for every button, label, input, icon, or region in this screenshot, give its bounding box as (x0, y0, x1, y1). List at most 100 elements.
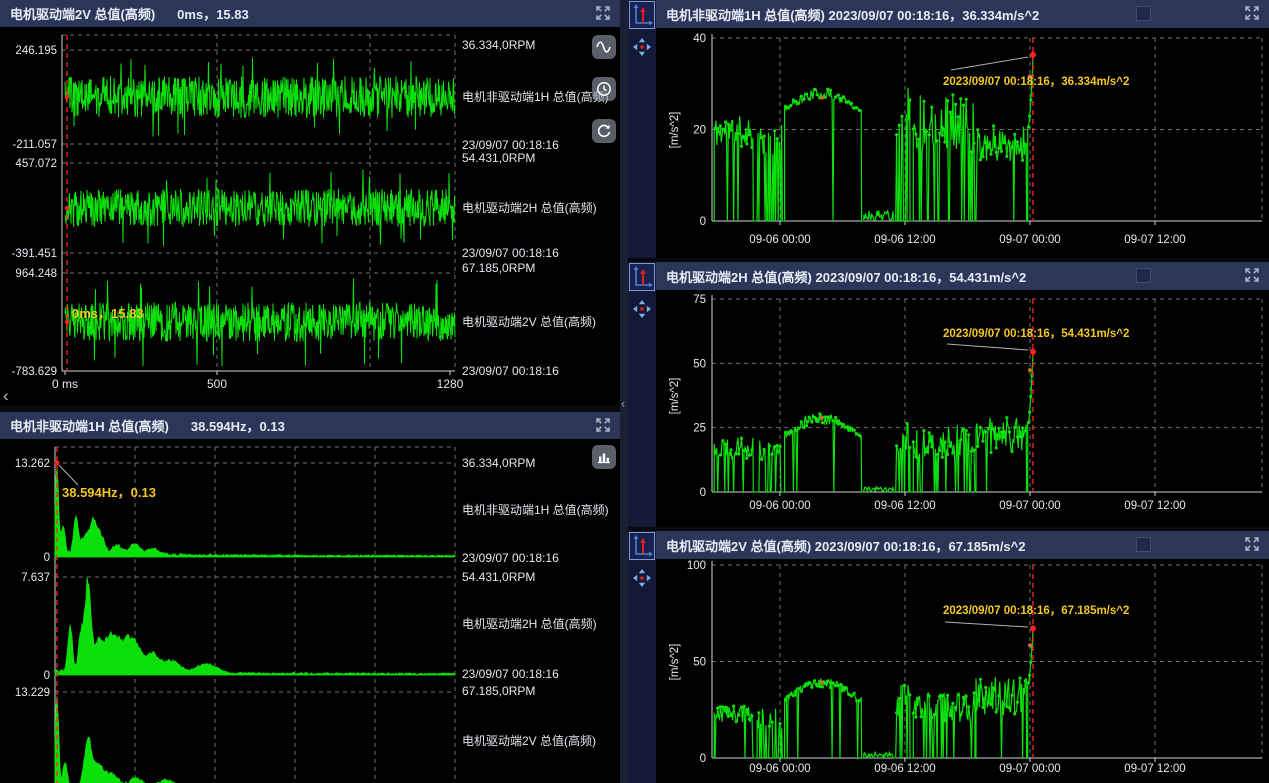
waveform-trace-3 (65, 278, 455, 366)
svg-text:13.262: 13.262 (15, 458, 50, 470)
trend-chart-2: 025507509-06 00:0009-06 12:0009-07 00:00… (656, 290, 1269, 527)
waveform-chart: 246.195-211.057457.072-391.451964.248-78… (0, 27, 620, 405)
svg-text:50: 50 (693, 657, 706, 669)
trend-chart-3: 05010009-06 00:0009-06 12:0009-07 00:000… (656, 559, 1269, 783)
waveform-titlebar: 电机驱动端2V 总值(高频) 0ms，15.83 (0, 0, 620, 27)
spectrum-tool-button[interactable] (592, 445, 616, 469)
svg-text:-391.451: -391.451 (12, 248, 57, 260)
trend-toolbar (628, 0, 656, 258)
y-axis-label: [m/s^2] (669, 112, 681, 149)
refresh-icon (595, 122, 613, 140)
svg-text:-211.057: -211.057 (12, 139, 57, 151)
svg-text:0: 0 (700, 216, 706, 228)
svg-text:09-06 12:00: 09-06 12:00 (874, 763, 935, 775)
spectrum-panel: 电机非驱动端1H 总值(高频) 38.594Hz，0.13 13.262 0 7.6… (0, 412, 620, 783)
svg-text:09-07 12:00: 09-07 12:00 (1124, 763, 1185, 775)
trend-checkbox[interactable] (1136, 537, 1151, 552)
move-tool-button[interactable] (631, 298, 653, 320)
y-axis-label: [m/s^2] (669, 644, 681, 681)
spectrum-titlebar: 电机非驱动端1H 总值(高频) 38.594Hz，0.13 (0, 412, 620, 439)
svg-text:20: 20 (693, 125, 706, 137)
spectrum-trace-3 (55, 697, 455, 783)
svg-text:38.594Hz，0.13: 38.594Hz，0.13 (62, 485, 156, 500)
svg-text:100: 100 (687, 560, 706, 572)
axis-up-arrow-icon (631, 265, 653, 289)
chevron-left-icon[interactable]: ‹ (3, 389, 9, 403)
panel-splitter[interactable]: ‹ (620, 0, 628, 783)
axis-tool-button[interactable] (629, 1, 655, 29)
move-tool-button[interactable] (631, 36, 653, 58)
chevron-left-icon[interactable]: ‹ (621, 396, 625, 411)
svg-text:50: 50 (693, 358, 706, 370)
svg-text:0: 0 (44, 552, 50, 564)
svg-text:75: 75 (693, 294, 706, 306)
axis-up-arrow-icon (631, 3, 653, 27)
svg-text:09-06 00:00: 09-06 00:00 (749, 763, 810, 775)
svg-text:09-06 00:00: 09-06 00:00 (749, 500, 810, 512)
trend-toolbar (628, 262, 656, 527)
svg-text:09-07 00:00: 09-07 00:00 (999, 234, 1060, 246)
history-tool-button[interactable] (592, 77, 616, 101)
trend-title: 电机驱动端2H 总值(高频) 2023/09/07 00:18:16，54.43… (666, 267, 1026, 286)
svg-text:500: 500 (207, 377, 227, 391)
waveform-cursor-readout: 0ms，15.83 (177, 4, 249, 23)
svg-text:09-06 12:00: 09-06 12:00 (874, 500, 935, 512)
trend-series (713, 628, 1033, 758)
svg-text:09-07 00:00: 09-07 00:00 (999, 763, 1060, 775)
trend-checkbox[interactable] (1136, 268, 1151, 283)
trend-series (713, 352, 1033, 492)
svg-text:25: 25 (693, 423, 706, 435)
peak-marker (1030, 349, 1036, 355)
svg-text:09-07 00:00: 09-07 00:00 (999, 500, 1060, 512)
trend-panel-1: 电机非驱动端1H 总值(高频) 2023/09/07 00:18:16，36.3… (628, 0, 1269, 258)
svg-text:40: 40 (693, 33, 706, 45)
trend-title: 电机非驱动端1H 总值(高频) 2023/09/07 00:18:16，36.3… (666, 5, 1039, 24)
app-root: 电机驱动端2V 总值(高频) 0ms，15.83 246.195-211.057… (0, 0, 1269, 783)
waveform-trace-2 (65, 170, 455, 246)
expand-icon[interactable] (594, 4, 612, 22)
move-arrows-icon (632, 37, 652, 57)
trend-checkbox[interactable] (1136, 6, 1151, 21)
trend-panel-3: 电机驱动端2V 总值(高频) 2023/09/07 00:18:16，67.18… (628, 531, 1269, 783)
trend-main: 电机驱动端2H 总值(高频) 2023/09/07 00:18:16，54.43… (656, 262, 1269, 527)
trend-toolbar (628, 531, 656, 783)
trend-titlebar: 电机非驱动端1H 总值(高频) 2023/09/07 00:18:16，36.3… (656, 0, 1269, 28)
spectrum-title: 电机非驱动端1H 总值(高频) (10, 416, 169, 435)
axis-tool-button[interactable] (629, 532, 655, 560)
trend-titlebar: 电机驱动端2H 总值(高频) 2023/09/07 00:18:16，54.43… (656, 262, 1269, 290)
svg-text:-783.629: -783.629 (12, 366, 57, 378)
bar-chart-icon (595, 448, 613, 466)
waveform-title: 电机驱动端2V 总值(高频) (10, 4, 155, 23)
svg-text:09-07 12:00: 09-07 12:00 (1124, 234, 1185, 246)
move-tool-button[interactable] (631, 567, 653, 589)
expand-icon[interactable] (1243, 535, 1261, 553)
peak-marker (1030, 625, 1036, 631)
trend-panel-2: 电机驱动端2H 总值(高频) 2023/09/07 00:18:16，54.43… (628, 262, 1269, 527)
waveform-tool-button[interactable] (592, 35, 616, 59)
spectrum-trace-1 (55, 469, 455, 557)
spectrum-trace-2 (55, 577, 455, 675)
svg-text:0ms，15.83: 0ms，15.83 (72, 306, 144, 321)
svg-text:0: 0 (44, 670, 50, 682)
refresh-tool-button[interactable] (592, 119, 616, 143)
waveform-panel: 电机驱动端2V 总值(高频) 0ms，15.83 246.195-211.057… (0, 0, 620, 405)
expand-icon[interactable] (1243, 266, 1261, 284)
trend-main: 电机非驱动端1H 总值(高频) 2023/09/07 00:18:16，36.3… (656, 0, 1269, 258)
svg-text:7.637: 7.637 (21, 572, 50, 584)
spectrum-chart: 13.262 0 7.637 0 13.229 38.594Hz，0.13 (0, 439, 620, 783)
sine-wave-icon (595, 38, 613, 56)
waveform-trace-1 (65, 58, 455, 137)
svg-text:13.229: 13.229 (15, 687, 50, 699)
peak-annotation: 2023/09/07 00:18:16，36.334m/s^2 (943, 76, 1129, 88)
clock-icon (595, 80, 613, 98)
svg-text:09-07 12:00: 09-07 12:00 (1124, 500, 1185, 512)
trend-title: 电机驱动端2V 总值(高频) 2023/09/07 00:18:16，67.18… (666, 536, 1025, 555)
svg-text:0 ms: 0 ms (52, 377, 78, 391)
axis-tool-button[interactable] (629, 263, 655, 291)
peak-annotation: 2023/09/07 00:18:16，67.185m/s^2 (943, 605, 1129, 617)
svg-text:964.248: 964.248 (15, 268, 57, 280)
expand-icon[interactable] (1243, 4, 1261, 22)
svg-text:09-06 12:00: 09-06 12:00 (874, 234, 935, 246)
trend-main: 电机驱动端2V 总值(高频) 2023/09/07 00:18:16，67.18… (656, 531, 1269, 783)
expand-icon[interactable] (594, 416, 612, 434)
